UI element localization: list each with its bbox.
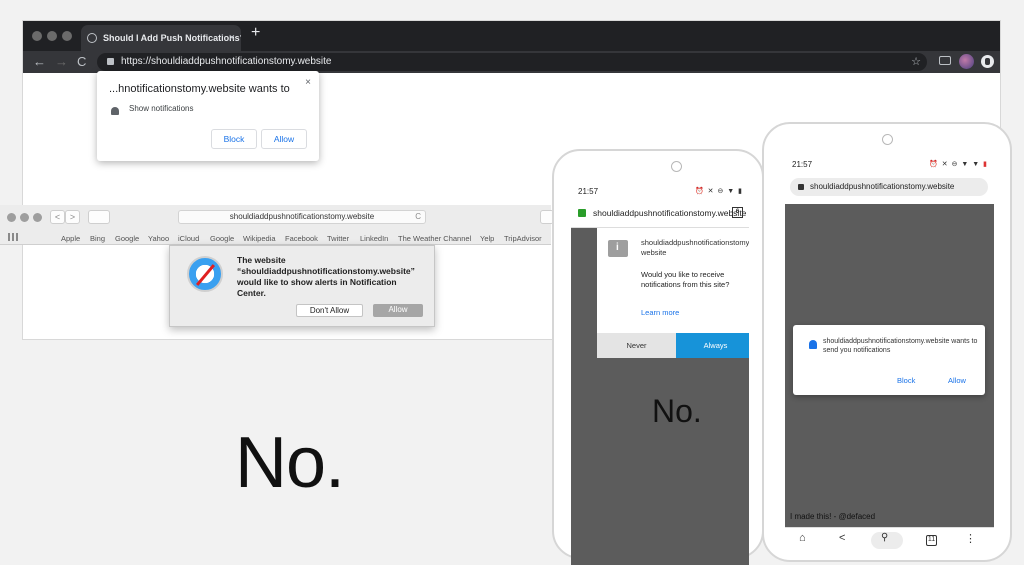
phone-right: 21:57 ⏰ ✕ ⊖ ▼ ▼ ▮ shouldiaddpushnotifica…	[762, 122, 1012, 562]
bookmark-item[interactable]: Yahoo	[148, 234, 169, 243]
phone-left: 21:57 ⏰ ✕ ⊖ ▼ ▮ shouldiaddpushnotificati…	[552, 149, 764, 565]
bottom-toolbar: ⌂ < ⚲ 11 ⋮	[785, 527, 994, 553]
mobile-address-bar[interactable]: shouldiaddpushnotificationstomy.website …	[571, 199, 749, 228]
menu-icon[interactable]: ⋮	[965, 532, 976, 545]
reload-button[interactable]: C	[77, 53, 86, 71]
notification-permission-popup: ...hnotificationstomy.website wants to ×…	[97, 71, 319, 161]
chrome-mobile-notification-dialog: shouldiaddpushnotificationstomy.website …	[793, 325, 985, 395]
bookmark-item[interactable]: Twitter	[327, 234, 349, 243]
chrome-tab-bar: Should I Add Push Notifications? × +	[23, 21, 1000, 51]
forward-button[interactable]: →	[55, 53, 68, 71]
mobile-url: shouldiaddpushnotificationstomy.website	[810, 182, 955, 191]
dialog-host: shouldiaddpushnotificationstomy.website	[641, 238, 749, 257]
bell-icon	[809, 340, 817, 349]
window-close-dot[interactable]	[32, 31, 42, 41]
phone-right-screen: 21:57 ⏰ ✕ ⊖ ▼ ▼ ▮ shouldiaddpushnotifica…	[785, 158, 994, 553]
safari-reload-icon[interactable]: C	[415, 211, 421, 223]
phone-answer: No.	[652, 393, 702, 429]
status-bar: 21:57 ⏰ ✕ ⊖ ▼ ▼ ▮	[785, 158, 994, 172]
popup-title: ...hnotificationstomy.website wants to	[109, 83, 290, 95]
status-time: 21:57	[792, 160, 813, 169]
camera-icon	[671, 161, 682, 172]
always-button[interactable]: Always	[676, 333, 749, 358]
bookmark-item[interactable]: Google	[115, 234, 139, 243]
safari-window: < > shouldiaddpushnotificationstomy.webs…	[0, 205, 554, 245]
cast-icon[interactable]	[939, 56, 951, 65]
window-maximize-dot[interactable]	[33, 213, 42, 222]
bookmark-item[interactable]: Facebook	[285, 234, 318, 243]
dialog-question: Would you like to receive notifications …	[641, 270, 730, 289]
globe-icon	[87, 33, 97, 43]
share-icon[interactable]: <	[839, 532, 845, 544]
window-close-dot[interactable]	[7, 213, 16, 222]
block-button[interactable]: Block	[211, 129, 257, 149]
status-icons: ⏰ ✕ ⊖ ▼ ▼ ▮	[929, 161, 988, 168]
never-button[interactable]: Never	[597, 333, 676, 358]
block-button[interactable]: Block	[897, 376, 915, 385]
tabs-icon[interactable]: 11	[926, 535, 937, 546]
lock-icon	[798, 184, 804, 190]
dialog-text: shouldiaddpushnotificationstomy.website …	[823, 338, 978, 354]
window-maximize-dot[interactable]	[62, 31, 72, 41]
safari-address-bar[interactable]: shouldiaddpushnotificationstomy.website …	[178, 210, 426, 224]
phone-left-screen: 21:57 ⏰ ✕ ⊖ ▼ ▮ shouldiaddpushnotificati…	[571, 185, 749, 565]
bookmark-item[interactable]: Wikipedia	[243, 234, 276, 243]
window-minimize-dot[interactable]	[20, 213, 29, 222]
bookmark-item[interactable]: Yelp	[480, 234, 494, 243]
tab-close-icon[interactable]: ×	[229, 25, 235, 51]
avatar[interactable]	[959, 54, 974, 69]
firefox-notification-dialog: shouldiaddpushnotificationstomy.website …	[597, 228, 749, 358]
tab-title: Should I Add Push Notifications?	[103, 33, 241, 43]
tabs-icon[interactable]: 6	[732, 207, 743, 218]
address-bar[interactable]: https://shouldiaddpushnotificationstomy.…	[97, 53, 927, 71]
extension-icon[interactable]	[981, 55, 994, 68]
bookmark-item[interactable]: LinkedIn	[360, 234, 388, 243]
chrome-toolbar: ← → C https://shouldiaddpushnotification…	[23, 51, 1000, 73]
dialog-message: The website “shouldiaddpushnotifications…	[237, 255, 415, 298]
sidebar-toggle-button[interactable]	[88, 210, 110, 224]
home-icon[interactable]: ⌂	[799, 532, 806, 544]
bookmark-item[interactable]: iCloud	[178, 234, 199, 243]
learn-more-link[interactable]: Learn more	[641, 308, 679, 317]
star-icon[interactable]: ☆	[911, 53, 921, 71]
status-icons: ⏰ ✕ ⊖ ▼ ▮	[694, 188, 743, 195]
credit-text: I made this! - @defaced	[790, 512, 876, 521]
safari-notification-dialog: The website “shouldiaddpushnotifications…	[169, 245, 435, 327]
mobile-url-pill[interactable]: shouldiaddpushnotificationstomy.website	[790, 178, 988, 196]
chrome-tab[interactable]: Should I Add Push Notifications? ×	[81, 25, 241, 51]
bookmark-item[interactable]: TripAdvisor	[504, 234, 542, 243]
safari-forward-button[interactable]: >	[65, 210, 80, 224]
search-icon: ⚲	[881, 532, 889, 543]
bookmark-item[interactable]: Google	[210, 234, 234, 243]
allow-button[interactable]: Allow	[948, 376, 966, 385]
popup-close-icon[interactable]: ×	[305, 77, 311, 88]
bookmark-item[interactable]: Bing	[90, 234, 105, 243]
lock-icon	[107, 58, 114, 65]
allow-button[interactable]: Allow	[373, 304, 423, 317]
address-url: https://shouldiaddpushnotificationstomy.…	[121, 56, 332, 67]
bookmark-item[interactable]: The Weather Channel	[398, 234, 471, 243]
window-minimize-dot[interactable]	[47, 31, 57, 41]
answer-heading: No.	[235, 423, 345, 503]
bell-icon	[111, 107, 119, 115]
status-bar: 21:57 ⏰ ✕ ⊖ ▼ ▮	[571, 185, 749, 199]
permission-label: Show notifications	[129, 104, 194, 113]
dont-allow-button[interactable]: Don't Allow	[296, 304, 363, 317]
info-icon	[608, 240, 628, 257]
allow-button[interactable]: Allow	[261, 129, 307, 149]
new-tab-button[interactable]: +	[251, 24, 260, 42]
back-button[interactable]: ←	[33, 53, 46, 71]
bookmark-item[interactable]: Apple	[61, 234, 80, 243]
status-time: 21:57	[578, 187, 599, 196]
grid-icon[interactable]	[8, 233, 18, 241]
mobile-url: shouldiaddpushnotificationstomy.website	[593, 208, 747, 218]
safari-compass-icon	[187, 256, 223, 292]
bookmarks-bar: Apple Bing Google Yahoo iCloud Google Wi…	[0, 229, 551, 245]
safari-url: shouldiaddpushnotificationstomy.website	[229, 212, 375, 221]
mobile-address-bar: shouldiaddpushnotificationstomy.website	[785, 172, 994, 204]
camera-icon	[882, 134, 893, 145]
safari-back-button[interactable]: <	[50, 210, 65, 224]
lock-icon	[578, 209, 586, 217]
